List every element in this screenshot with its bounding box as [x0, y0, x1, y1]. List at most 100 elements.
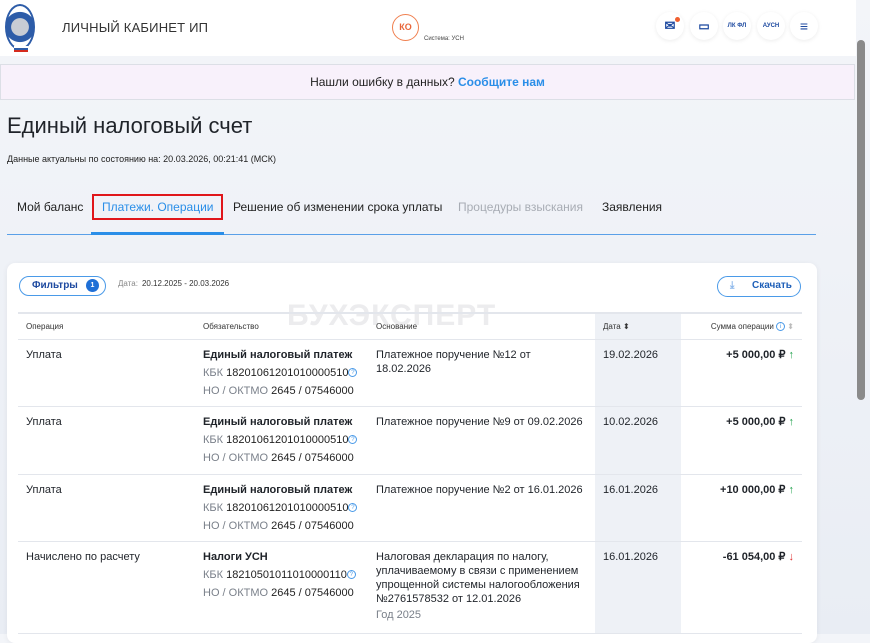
info-icon[interactable]: i: [776, 321, 786, 331]
amount-cell: +5 000,00 ₽ ↑: [681, 406, 802, 475]
arrow-down-icon: ↓: [788, 550, 795, 563]
basis-cell: Платежное поручение №9 от 09.02.2026: [368, 406, 595, 475]
no-value: 2645 / 07546000: [271, 519, 354, 532]
obligation-cell: Единый налоговый платеж КБК 1820106120101…: [195, 474, 368, 542]
obligation-cell: Единый налоговый платеж КБК 1820106120101…: [195, 406, 368, 475]
app-title: ЛИЧНЫЙ КАБИНЕТ ИП: [62, 20, 209, 35]
feedback-banner: Нашли ошибку в данных? Сообщите нам: [0, 64, 855, 100]
obligation-name: Единый налоговый платеж: [203, 348, 353, 361]
date-cell: 10.02.2026: [595, 406, 681, 475]
info-icon[interactable]: ?: [348, 368, 358, 378]
info-icon[interactable]: ?: [346, 570, 356, 580]
kbk-label: КБК: [203, 568, 224, 581]
menu-icon[interactable]: ≡: [790, 12, 818, 40]
obligation-name: Единый налоговый платеж: [203, 415, 353, 428]
tab-applications[interactable]: Заявления: [602, 190, 662, 235]
operation-cell: Уплата: [18, 474, 195, 542]
tab-label: Платежи. Операции: [92, 194, 224, 220]
filters-label: Фильтры: [32, 280, 78, 291]
date-cell: 16.01.2026: [595, 541, 681, 634]
sort-desc-icon: ⬍: [622, 321, 630, 331]
date-cell: 19.02.2026: [595, 339, 681, 407]
avatar[interactable]: КО: [392, 14, 419, 41]
arrow-up-icon: ↑: [788, 415, 795, 428]
page-title: Единый налоговый счет: [7, 113, 253, 138]
period-year: Год 2025: [376, 608, 422, 621]
amount-cell: +5 000,00 ₽ ↑: [681, 339, 802, 407]
chat-button[interactable]: ▭: [690, 12, 718, 40]
no-oktmo: НО / ОКТМО 2645 / 07546000: [203, 519, 360, 533]
download-button[interactable]: ⤓ Скачать: [717, 276, 801, 297]
obligation-cell: Единый налоговый платеж КБК 1820106120101…: [195, 339, 368, 407]
no-oktmo: НО / ОКТМО 2645 / 07546000: [203, 451, 360, 465]
chat-icon: ▭: [698, 19, 710, 33]
download-icon: ⤓: [730, 280, 735, 291]
operation-cell: Начислено по расчету: [18, 541, 195, 634]
no-value: 2645 / 07546000: [271, 586, 354, 599]
header: ЛИЧНЫЙ КАБИНЕТ ИП КО Система: УСН ✉ ▭ ЛК…: [0, 0, 856, 56]
obligation-name: Налоги УСН: [203, 550, 268, 563]
amount-cell: -61 054,00 ₽ ↓: [681, 541, 802, 634]
table-row[interactable]: Уплата Единый налоговый платеж КБК 182010…: [18, 406, 802, 475]
tab-payments-operations[interactable]: Платежи. Операции: [91, 190, 225, 235]
operations-table: Операция Обязательство Основание Дата ⬍ …: [18, 312, 802, 634]
no-value: 2645 / 07546000: [271, 384, 354, 397]
no-value: 2645 / 07546000: [271, 451, 354, 464]
table-row[interactable]: Уплата Единый налоговый платеж КБК 182010…: [18, 474, 802, 542]
col-date[interactable]: Дата ⬍: [595, 312, 681, 340]
sort-icon: ⬍: [787, 321, 794, 331]
no-label: НО / ОКТМО: [203, 519, 269, 532]
download-label: Скачать: [752, 280, 792, 291]
data-as-of: Данные актуальны по состоянию на: 20.03.…: [7, 154, 276, 164]
date-cell: 16.01.2026: [595, 474, 681, 542]
basis-text: Платежное поручение №9 от 09.02.2026: [376, 415, 583, 428]
kbk: КБК 18201061201010000510?: [203, 501, 360, 515]
tab-my-balance[interactable]: Мой баланс: [17, 190, 83, 235]
obligation-name: Единый налоговый платеж: [203, 483, 353, 496]
amount-value: +5 000,00 ₽: [726, 415, 786, 428]
date-range-value: 20.12.2025 - 20.03.2026: [141, 279, 230, 288]
report-link[interactable]: Сообщите нам: [458, 75, 545, 89]
no-label: НО / ОКТМО: [203, 586, 269, 599]
table-row[interactable]: Уплата Единый налоговый платеж КБК 182010…: [18, 339, 802, 407]
notification-dot: [675, 17, 680, 22]
no-label: НО / ОКТМО: [203, 384, 269, 397]
tab-deadline-change[interactable]: Решение об изменении срока уплаты: [233, 190, 442, 235]
no-oktmo: НО / ОКТМО 2645 / 07546000: [203, 384, 360, 398]
arrow-up-icon: ↑: [788, 348, 795, 361]
ausn-button[interactable]: АУСН: [757, 12, 785, 40]
scrollbar[interactable]: [857, 40, 865, 400]
basis-cell: Платежное поручение №12 от 18.02.2026: [368, 339, 595, 407]
info-icon[interactable]: ?: [348, 435, 358, 445]
table-row[interactable]: Начислено по расчету Налоги УСН КБК 18210…: [18, 541, 802, 634]
kbk: КБК 18201061201010000510?: [203, 433, 360, 447]
amount-value: +10 000,00 ₽: [720, 483, 786, 496]
date-label: Дата:: [118, 279, 138, 288]
col-amount[interactable]: Сумма операции i ⬍: [681, 312, 802, 340]
no-label: НО / ОКТМО: [203, 451, 269, 464]
kbk-label: КБК: [203, 433, 224, 446]
amount-value: -61 054,00 ₽: [722, 550, 786, 563]
amount-cell: +10 000,00 ₽ ↑: [681, 474, 802, 542]
mail-icon: ✉: [664, 18, 676, 33]
col-amount-label: Сумма операции: [710, 321, 774, 331]
mail-button[interactable]: ✉: [656, 12, 684, 40]
basis-text: Платежное поручение №2 от 16.01.2026: [376, 483, 583, 496]
kbk: КБК 18201061201010000510?: [203, 366, 360, 380]
filters-count: 1: [86, 279, 99, 292]
kbk-value: 18201061201010000510: [226, 366, 349, 379]
filters-button[interactable]: Фильтры 1: [19, 276, 106, 296]
basis-text: Налоговая декларация по налогу, уплачива…: [376, 550, 580, 605]
operation-cell: Уплата: [18, 339, 195, 407]
obligation-cell: Налоги УСН КБК 18210501011010000110? НО / …: [195, 541, 368, 634]
tab-collection: Процедуры взыскания: [458, 200, 584, 214]
operation-cell: Уплата: [18, 406, 195, 475]
lk-fl-button[interactable]: ЛК ФЛ: [723, 12, 751, 40]
kbk-value: 18210501011010000110: [226, 568, 347, 581]
operations-card: Фильтры 1 Дата: 20.12.2025 - 20.03.2026 ⤓ С…: [7, 263, 817, 643]
basis-cell: Налоговая декларация по налогу, уплачива…: [368, 541, 595, 634]
info-icon[interactable]: ?: [348, 503, 358, 513]
fns-logo[interactable]: [5, 4, 35, 52]
no-oktmo: НО / ОКТМО 2645 / 07546000: [203, 586, 360, 600]
kbk-value: 18201061201010000510: [226, 433, 349, 446]
